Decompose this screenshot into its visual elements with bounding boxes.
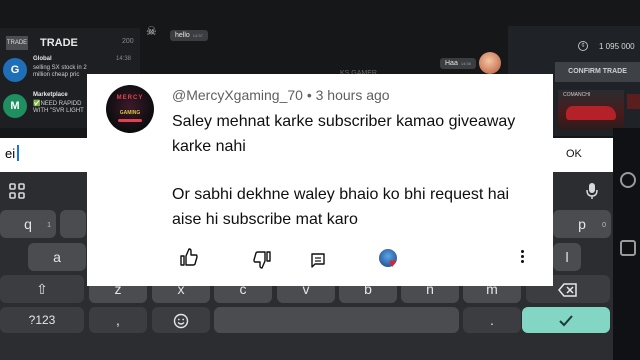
trade-badge: TRADE: [6, 36, 28, 50]
key-label: l: [565, 249, 569, 265]
wolf-icon: ☠: [146, 24, 157, 38]
key-hint: 0: [602, 222, 606, 229]
car-thumbnail[interactable]: [627, 94, 640, 109]
camera-button[interactable]: [620, 172, 636, 188]
key-hint: 1: [47, 222, 51, 229]
bubble-time: 14:38: [460, 61, 471, 66]
key-label: q: [24, 216, 32, 232]
chat-bubble: Haa 14:38: [440, 58, 476, 69]
comment-text-line: Saley mehnat karke subscriber kamao give…: [172, 113, 516, 130]
key-p[interactable]: p 0: [553, 210, 611, 238]
comma-key[interactable]: ,: [89, 307, 147, 333]
car-name: COMANCHI: [563, 92, 591, 98]
emoji-icon: [173, 314, 189, 329]
symbols-key[interactable]: ?123: [0, 307, 84, 333]
period-key[interactable]: .: [463, 307, 521, 333]
space-key[interactable]: [214, 307, 459, 333]
avatar: [479, 52, 501, 74]
avatar[interactable]: MERCY GAMING: [106, 85, 154, 133]
avatar-text: MERCY: [116, 95, 144, 101]
bubble-text: hello: [175, 32, 190, 39]
shift-key[interactable]: ⇧: [0, 275, 84, 303]
bubble-text: Haa: [445, 60, 458, 67]
confirm-trade-button[interactable]: CONFIRM TRADE: [555, 62, 640, 82]
ok-button[interactable]: OK: [566, 148, 582, 160]
grid-icon[interactable]: [6, 182, 28, 202]
more-vert-icon[interactable]: [519, 250, 525, 266]
chat-name: Global: [33, 56, 52, 62]
key-w[interactable]: [60, 210, 86, 238]
bubble-time: 14:37: [192, 33, 203, 38]
reply-icon[interactable]: [310, 252, 326, 268]
comment-text-line: aise hi subscribe mat karo: [172, 211, 358, 228]
mic-icon[interactable]: [583, 182, 601, 202]
trade-count: 200: [122, 38, 134, 45]
comment-time: 3 hours ago: [315, 87, 390, 103]
avatar-subtext: GAMING: [119, 110, 141, 116]
key-a[interactable]: a: [28, 243, 86, 271]
key-label: p: [578, 216, 586, 232]
creator-heart-icon: ♥: [379, 249, 401, 271]
chat-name: Marketplace: [33, 92, 68, 98]
backspace-icon: [558, 283, 577, 298]
chat-bubble: hello 14:37: [170, 30, 208, 41]
thumbs-down-icon[interactable]: [253, 251, 271, 269]
meta-separator: •: [306, 87, 312, 103]
key-l[interactable]: l: [553, 243, 581, 271]
comment-author[interactable]: @MercyXgaming_70: [172, 87, 303, 103]
trade-title: TRADE: [40, 37, 78, 49]
enter-key[interactable]: [522, 307, 610, 333]
thumbs-up-icon[interactable]: [180, 248, 198, 266]
key-label: a: [53, 249, 61, 265]
screen: TRADE TRADE 200 G Global 14:38 selling S…: [0, 0, 640, 360]
emoji-key[interactable]: [152, 307, 210, 333]
message-input[interactable]: ei: [5, 146, 15, 161]
check-icon: [559, 315, 573, 327]
text-caret: [17, 145, 19, 161]
key-q[interactable]: q 1: [0, 210, 56, 238]
car-image: [566, 106, 616, 120]
chat-time: 14:38: [116, 56, 132, 62]
shift-icon: ⇧: [36, 281, 48, 297]
comment-meta: @MercyXgaming_70 • 3 hours ago: [172, 87, 390, 103]
coin-icon: ¢: [578, 41, 588, 51]
chat-avatar: M: [3, 94, 27, 118]
comment-text-line: Or sabhi dekhne waley bhaio ko bhi reque…: [172, 186, 510, 203]
avatar-decoration: [118, 119, 142, 122]
chat-avatar: G: [3, 58, 27, 82]
comment-text-line: karke nahi: [172, 138, 246, 155]
record-button[interactable]: [620, 240, 636, 256]
heart-icon: ♥: [389, 256, 397, 270]
coin-balance: 1 095 000: [599, 42, 635, 51]
